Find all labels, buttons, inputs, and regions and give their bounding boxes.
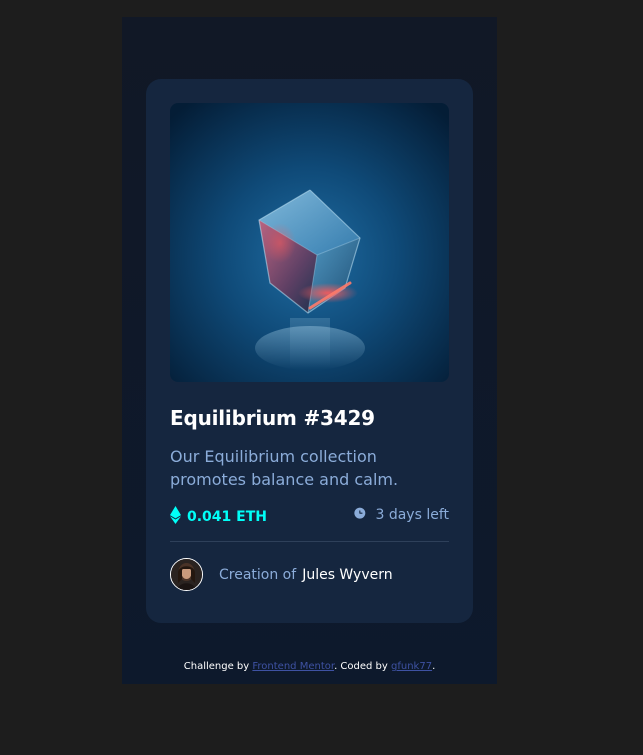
creator-row: Creation of Jules Wyvern: [170, 558, 393, 591]
price-time-row: 0.041 ETH 3 days left: [170, 506, 449, 526]
cube-illustration: [170, 103, 449, 382]
nft-image[interactable]: [170, 103, 449, 382]
nft-description: Our Equilibrium collection promotes bala…: [170, 447, 399, 489]
time-left-value: 3 days left: [375, 507, 449, 523]
main-viewport: Equilibrium #3429 Our Equilibrium collec…: [122, 17, 497, 684]
attribution: Challenge by Frontend Mentor. Coded by g…: [122, 661, 497, 672]
nft-title[interactable]: Equilibrium #3429: [170, 406, 375, 430]
divider: [170, 541, 449, 542]
author-link[interactable]: gfunk77: [391, 661, 432, 672]
avatar: [170, 558, 203, 591]
ethereum-icon: [170, 506, 181, 528]
price: 0.041 ETH: [170, 506, 267, 528]
challenge-prefix: Challenge by: [183, 661, 250, 672]
nft-card: Equilibrium #3429 Our Equilibrium collec…: [146, 79, 473, 623]
creator-prefix: Creation of: [219, 566, 297, 583]
price-value: 0.041 ETH: [187, 509, 267, 525]
creator-name-link[interactable]: Jules Wyvern: [302, 567, 392, 583]
frontend-mentor-link[interactable]: Frontend Mentor: [252, 661, 334, 672]
clock-icon: [353, 506, 367, 524]
time-left: 3 days left: [353, 506, 449, 524]
coded-prefix: . Coded by: [334, 661, 388, 672]
attribution-suffix: .: [432, 661, 436, 672]
